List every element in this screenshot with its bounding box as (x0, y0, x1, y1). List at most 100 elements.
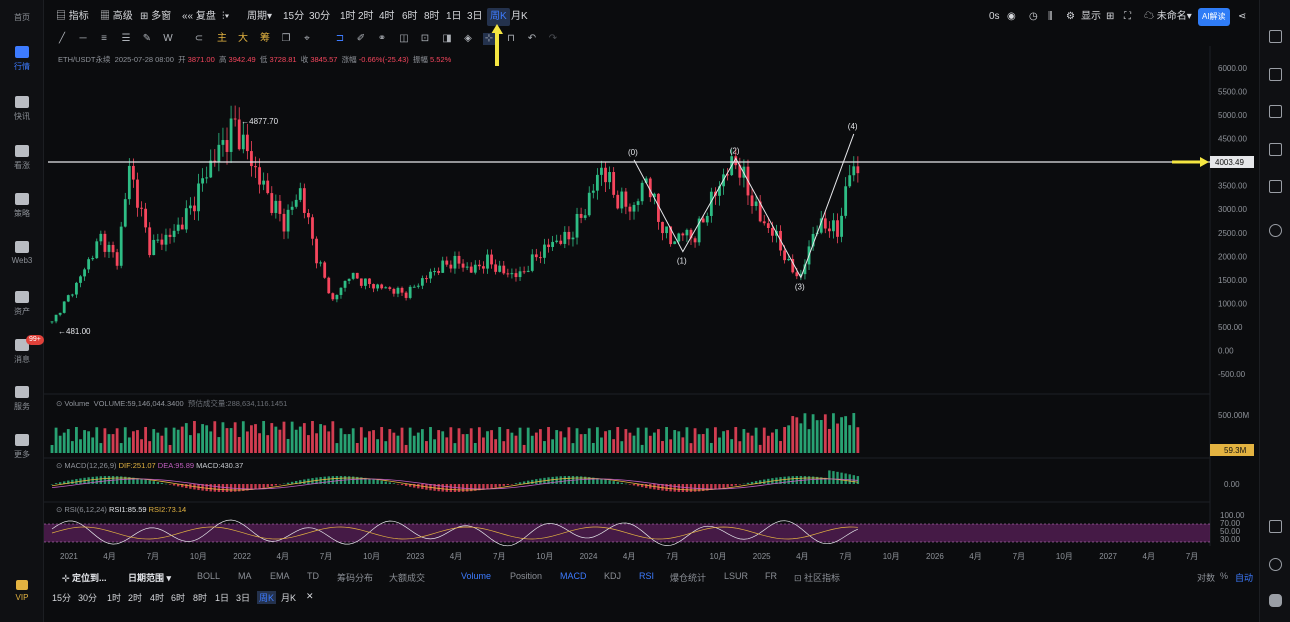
sidebar-item-bullish[interactable]: 看涨 (0, 145, 44, 171)
interval-1d[interactable]: 1日 (446, 8, 462, 26)
interval-1mo[interactable]: 月K (511, 8, 528, 26)
settings-gear-icon[interactable]: ⚙ (1066, 8, 1075, 26)
group-icon[interactable]: ◫ (398, 33, 410, 45)
depth-icon[interactable] (1269, 105, 1282, 118)
bottom-interval-4h[interactable]: 4时 (150, 591, 164, 604)
copy-icon[interactable]: ❐ (280, 33, 292, 45)
lock-icon[interactable]: ⊡ (419, 33, 431, 45)
search-icon[interactable] (1269, 558, 1282, 571)
indicator-ma[interactable]: MA (238, 571, 252, 581)
log-scale-toggle[interactable]: 对数 (1197, 571, 1215, 584)
interval-30m[interactable]: 30分 (309, 8, 330, 26)
grid-icon[interactable]: ⊞ (1106, 8, 1114, 26)
indicators-button[interactable]: ▤ 指标 (56, 8, 89, 26)
parallel-channel-icon[interactable]: ≡ (98, 33, 110, 45)
undo-icon[interactable]: ↶ (526, 33, 538, 45)
trash-icon[interactable]: ⊓ (505, 33, 517, 45)
big-trade-icon[interactable]: 大 (237, 33, 249, 45)
interval-8h[interactable]: 8时 (424, 8, 440, 26)
multi-chart-button[interactable]: ⊞ 多窗 (140, 8, 171, 26)
magnet-icon[interactable]: ⊐ (334, 33, 346, 45)
indicator-boll[interactable]: BOLL (197, 571, 220, 581)
bottom-interval-6h[interactable]: 6时 (171, 591, 185, 604)
sliders-icon[interactable]: ⫼ (1048, 8, 1053, 26)
interval-3d[interactable]: 3日 (467, 8, 483, 26)
share-icon[interactable]: ⋖ (1238, 8, 1246, 26)
bottom-interval-1mo[interactable]: 月K (281, 591, 296, 604)
calculator-icon[interactable] (1269, 180, 1282, 193)
chart-style-dropdown[interactable]: ⫶▾ (222, 8, 229, 26)
text-tool-icon[interactable]: ⊂ (193, 33, 205, 45)
sidebar-item-web3[interactable]: Web3 (0, 241, 44, 265)
sidebar-item-vip[interactable]: VIP (0, 580, 44, 602)
clock-icon[interactable]: ◷ (1029, 8, 1038, 26)
interval-1h[interactable]: 1时 (340, 8, 356, 26)
link-icon[interactable]: ⚭ (376, 33, 388, 45)
indicator-volume[interactable]: Volume (461, 571, 491, 581)
camera-icon[interactable]: ◉ (1007, 8, 1016, 26)
percent-toggle[interactable]: % (1220, 571, 1228, 581)
bottom-interval-2h[interactable]: 2时 (128, 591, 142, 604)
orderbook-icon[interactable] (1269, 30, 1282, 43)
indicator-kdj[interactable]: KDJ (604, 571, 621, 581)
redo-icon[interactable]: ↷ (547, 33, 559, 45)
position-tool-button[interactable]: ⊹ 定位到... (62, 571, 107, 584)
sidebar-item-messages[interactable]: 99+ 消息 (0, 335, 44, 365)
robot-icon[interactable] (1269, 594, 1282, 607)
fullscreen-icon[interactable]: ⛶ (1124, 8, 1131, 26)
indicator-rsi[interactable]: RSI (639, 571, 654, 581)
indicator-macd[interactable]: MACD (560, 571, 587, 581)
indicator-liquidation[interactable]: 爆仓统计 (670, 571, 706, 584)
indicator-big-trade[interactable]: 大额成交 (389, 571, 425, 584)
close-interval-bar-icon[interactable]: ✕ (306, 591, 314, 602)
account-dropdown[interactable]: ☁ 未命名▾ (1144, 8, 1192, 26)
wave-icon[interactable]: W (162, 33, 174, 45)
interval-15m[interactable]: 15分 (283, 8, 304, 26)
bottom-interval-8h[interactable]: 8时 (193, 591, 207, 604)
brush-icon[interactable]: ✎ (141, 33, 153, 45)
trade-panel-icon[interactable] (1269, 68, 1282, 81)
sidebar-item-strategy[interactable]: 策略 (0, 193, 44, 219)
data-icon[interactable] (1269, 143, 1282, 156)
ai-button[interactable]: AI解读 (1198, 8, 1230, 26)
date-range-dropdown[interactable]: 日期范围 ▾ (128, 571, 171, 584)
indicator-td[interactable]: TD (307, 571, 319, 581)
indicator-position[interactable]: Position (510, 571, 542, 581)
bottom-interval-1d[interactable]: 1日 (215, 591, 229, 604)
sidebar-item-home[interactable]: 首页 (0, 12, 44, 23)
replay-button[interactable]: «« 复盘 (182, 8, 216, 26)
bottom-interval-1h[interactable]: 1时 (107, 591, 121, 604)
period-dropdown[interactable]: 周期▾ (247, 8, 272, 26)
indicator-lsur[interactable]: LSUR (724, 571, 748, 581)
fib-icon[interactable]: ☰ (120, 33, 132, 45)
display-button[interactable]: 显示 (1081, 8, 1101, 26)
horizontal-line-icon[interactable]: ─ (77, 33, 89, 45)
advanced-button[interactable]: ▦ 高级 (100, 8, 133, 26)
auto-scale-toggle[interactable]: 自动 (1235, 571, 1253, 584)
interval-6h[interactable]: 6时 (402, 8, 418, 26)
chip-icon[interactable]: 筹 (259, 33, 271, 45)
measure-icon[interactable]: ⌖ (301, 33, 313, 45)
indicator-chip[interactable]: 筹码分布 (337, 571, 373, 584)
main-force-icon[interactable]: 主 (216, 33, 228, 45)
indicator-ema[interactable]: EMA (270, 571, 290, 581)
bottom-interval-30m[interactable]: 30分 (78, 591, 97, 604)
interval-4h[interactable]: 4时 (379, 8, 395, 26)
sidebar-item-assets[interactable]: 资产 (0, 291, 44, 317)
sidebar-item-market[interactable]: 行情 (0, 46, 44, 72)
paint-icon[interactable]: ◈ (462, 33, 474, 45)
visibility-icon[interactable]: ◨ (441, 33, 453, 45)
indicator-community[interactable]: ⊡ 社区指标 (794, 571, 840, 584)
price-chart[interactable]: 6000.005500.005000.004500.004000.003500.… (44, 46, 1259, 566)
settings-icon[interactable] (1269, 224, 1282, 237)
pencil-icon[interactable]: ✐ (355, 33, 367, 45)
sidebar-item-more[interactable]: 更多 (0, 434, 44, 460)
cursor-icon[interactable]: ⊹ (483, 33, 495, 45)
layout-icon[interactable] (1269, 520, 1282, 533)
bottom-interval-3d[interactable]: 3日 (236, 591, 250, 604)
indicator-fr[interactable]: FR (765, 571, 777, 581)
interval-2h[interactable]: 2时 (358, 8, 374, 26)
sidebar-item-news[interactable]: 快讯 (0, 96, 44, 122)
sidebar-item-service[interactable]: 服务 (0, 386, 44, 412)
trend-line-icon[interactable]: ╱ (56, 33, 68, 45)
